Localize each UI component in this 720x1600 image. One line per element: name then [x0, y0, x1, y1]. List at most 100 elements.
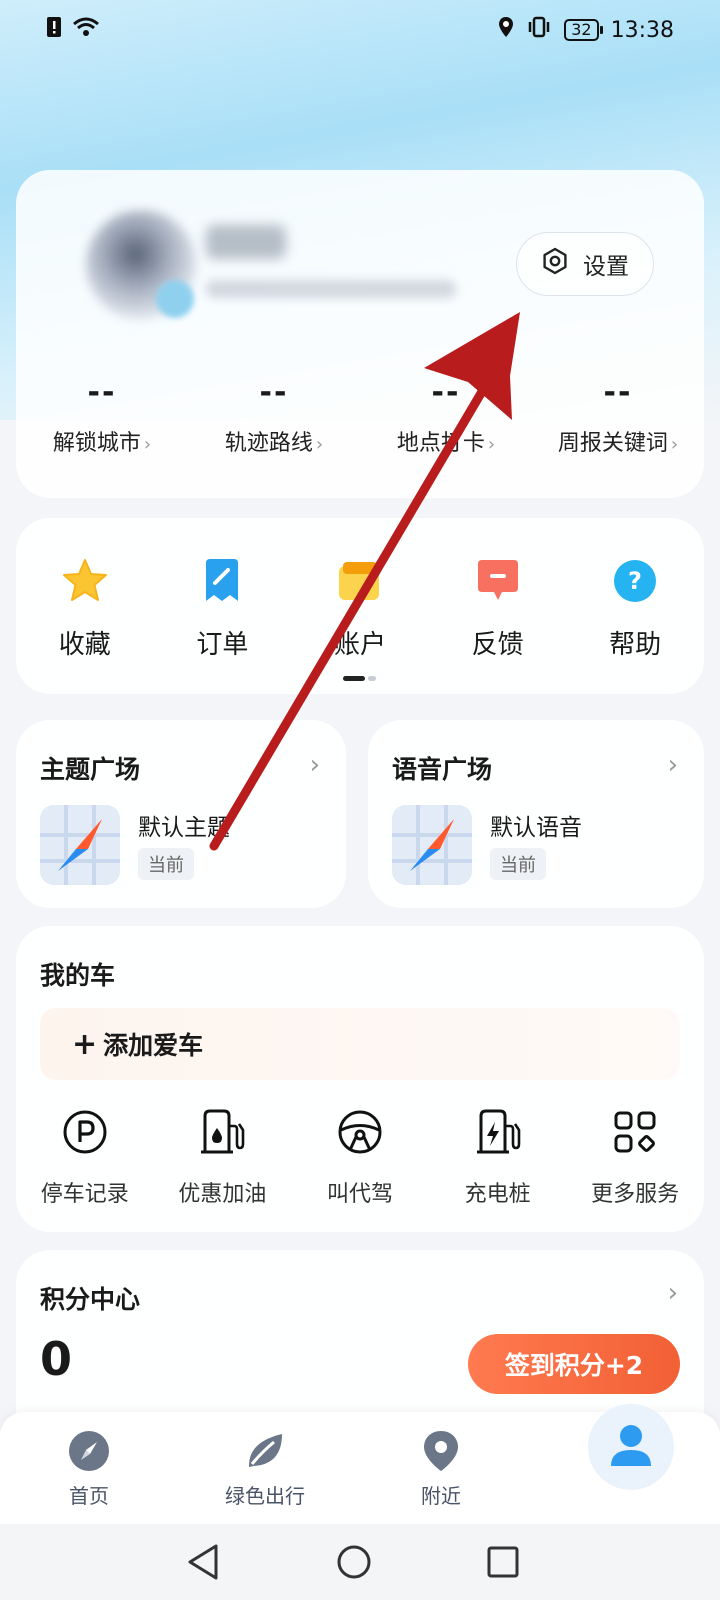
- shortcut-account[interactable]: 账户: [291, 556, 429, 661]
- alert-icon: [46, 16, 62, 44]
- vibrate-icon: [526, 16, 552, 44]
- stat-tracks[interactable]: -- 轨迹路线 ›: [188, 375, 360, 457]
- avatar-badge: [156, 280, 194, 318]
- service-more[interactable]: 更多服务: [566, 1106, 704, 1208]
- profile-stats: -- 解锁城市 › -- 轨迹路线 › -- 地点打卡 › -- 周报关键词 ›: [16, 375, 704, 457]
- my-car-card: 我的车 + 添加爱车 停车记录 优惠加油 叫代驾 充电桩 更多服务: [16, 926, 704, 1232]
- stat-unlocked-cities[interactable]: -- 解锁城市 ›: [16, 375, 188, 457]
- settings-label: 设置: [583, 254, 629, 280]
- voice-plaza-card[interactable]: 语音广场 › 默认语音 当前: [368, 720, 704, 908]
- feedback-icon: [429, 556, 567, 606]
- shortcut-feedback[interactable]: 反馈: [429, 556, 567, 661]
- page-indicator: [368, 676, 376, 681]
- shortcut-label: 帮助: [609, 630, 662, 660]
- shortcut-favorites[interactable]: 收藏: [16, 556, 154, 661]
- stat-label: 周报关键词: [557, 431, 668, 456]
- chevron-right-icon[interactable]: ›: [668, 1278, 678, 1308]
- voice-name: 默认语音: [490, 815, 582, 841]
- shortcut-card: 收藏 订单 账户 反馈 ? 帮助: [16, 518, 704, 694]
- add-car-label: 添加爱车: [103, 1031, 204, 1060]
- battery-icon: 32: [564, 19, 603, 41]
- stat-value: --: [259, 375, 289, 410]
- compass-icon: [29, 1426, 149, 1476]
- my-car-title: 我的车: [40, 961, 116, 990]
- stat-label: 地点打卡: [396, 431, 485, 456]
- user-icon: [609, 1422, 653, 1472]
- charging-icon: [429, 1106, 567, 1158]
- checkin-button[interactable]: 签到积分+2: [468, 1334, 680, 1394]
- current-tag: 当前: [138, 848, 194, 880]
- chevron-right-icon: ›: [315, 434, 324, 455]
- service-parking[interactable]: 停车记录: [16, 1106, 154, 1208]
- star-icon: [16, 556, 154, 606]
- theme-plaza-card[interactable]: 主题广场 › 默认主题 当前: [16, 720, 346, 908]
- grid-icon: [566, 1106, 704, 1158]
- location-status-icon: [498, 16, 514, 44]
- shortcut-help[interactable]: ? 帮助: [566, 556, 704, 661]
- service-designated-driver[interactable]: 叫代驾: [291, 1106, 429, 1208]
- leaf-icon: [205, 1426, 325, 1476]
- nav-home[interactable]: 首页: [29, 1426, 149, 1509]
- page-indicator-active: [343, 676, 365, 681]
- theme-thumbnail: [40, 805, 120, 885]
- profile-card: 设置 -- 解锁城市 › -- 轨迹路线 › -- 地点打卡 › -- 周报关键词 ›: [16, 170, 704, 498]
- stat-label: 轨迹路线: [224, 431, 313, 456]
- status-bar: 32 13:38: [0, 0, 720, 62]
- add-car-button[interactable]: + 添加爱车: [40, 1008, 680, 1080]
- service-label: 叫代驾: [326, 1182, 393, 1207]
- gear-icon: [541, 247, 569, 281]
- nav-green-travel[interactable]: 绿色出行: [205, 1426, 325, 1509]
- parking-icon: [16, 1106, 154, 1158]
- stat-checkins[interactable]: -- 地点打卡 ›: [360, 375, 532, 457]
- plus-icon: +: [72, 1026, 98, 1062]
- shortcut-label: 账户: [333, 630, 386, 660]
- nav-label: 首页: [69, 1484, 109, 1508]
- svg-text:?: ?: [628, 567, 642, 595]
- steering-wheel-icon: [291, 1106, 429, 1158]
- stat-value: --: [431, 375, 461, 410]
- chevron-right-icon: ›: [487, 434, 496, 455]
- chevron-right-icon: ›: [670, 434, 679, 455]
- stat-weekly-keywords[interactable]: -- 周报关键词 ›: [532, 375, 704, 457]
- fuel-icon: [154, 1106, 292, 1158]
- service-charging[interactable]: 充电桩: [429, 1106, 567, 1208]
- bottom-nav: 首页 绿色出行 附近: [0, 1404, 720, 1524]
- theme-name: 默认主题: [138, 815, 230, 841]
- nav-label: 绿色出行: [225, 1484, 305, 1508]
- stat-value: --: [603, 375, 633, 410]
- service-label: 更多服务: [591, 1182, 680, 1207]
- help-icon: ?: [566, 556, 704, 606]
- wallet-icon: [291, 556, 429, 606]
- clock: 13:38: [610, 17, 674, 43]
- settings-button[interactable]: 设置: [516, 232, 654, 296]
- service-fuel[interactable]: 优惠加油: [154, 1106, 292, 1208]
- service-label: 充电桩: [464, 1182, 531, 1207]
- service-label: 优惠加油: [178, 1182, 267, 1207]
- voice-thumbnail: [392, 805, 472, 885]
- user-subtitle-blurred: [206, 280, 456, 298]
- username-blurred: [206, 225, 286, 259]
- points-value: 0: [40, 1332, 73, 1386]
- back-icon[interactable]: [186, 1542, 220, 1586]
- stat-label: 解锁城市: [52, 431, 141, 456]
- theme-plaza-title: 主题广场: [40, 755, 141, 784]
- shortcut-orders[interactable]: 订单: [154, 556, 292, 661]
- system-nav-bar: [0, 1524, 720, 1600]
- shortcut-label: 反馈: [471, 630, 524, 660]
- wifi-icon: [72, 16, 100, 44]
- nav-nearby[interactable]: 附近: [381, 1426, 501, 1509]
- chevron-right-icon: ›: [667, 750, 678, 780]
- stat-value: --: [87, 375, 117, 410]
- voice-plaza-title: 语音广场: [392, 755, 493, 784]
- nav-label: 附近: [421, 1484, 461, 1508]
- shortcut-label: 收藏: [58, 630, 111, 660]
- chevron-right-icon: ›: [309, 750, 320, 780]
- home-circle-icon[interactable]: [336, 1542, 372, 1586]
- location-pin-icon: [381, 1426, 501, 1476]
- nav-me[interactable]: [588, 1404, 674, 1490]
- chevron-right-icon: ›: [143, 434, 152, 455]
- order-icon: [154, 556, 292, 606]
- recents-square-icon[interactable]: [486, 1542, 520, 1586]
- current-tag: 当前: [490, 848, 546, 880]
- service-label: 停车记录: [40, 1182, 129, 1207]
